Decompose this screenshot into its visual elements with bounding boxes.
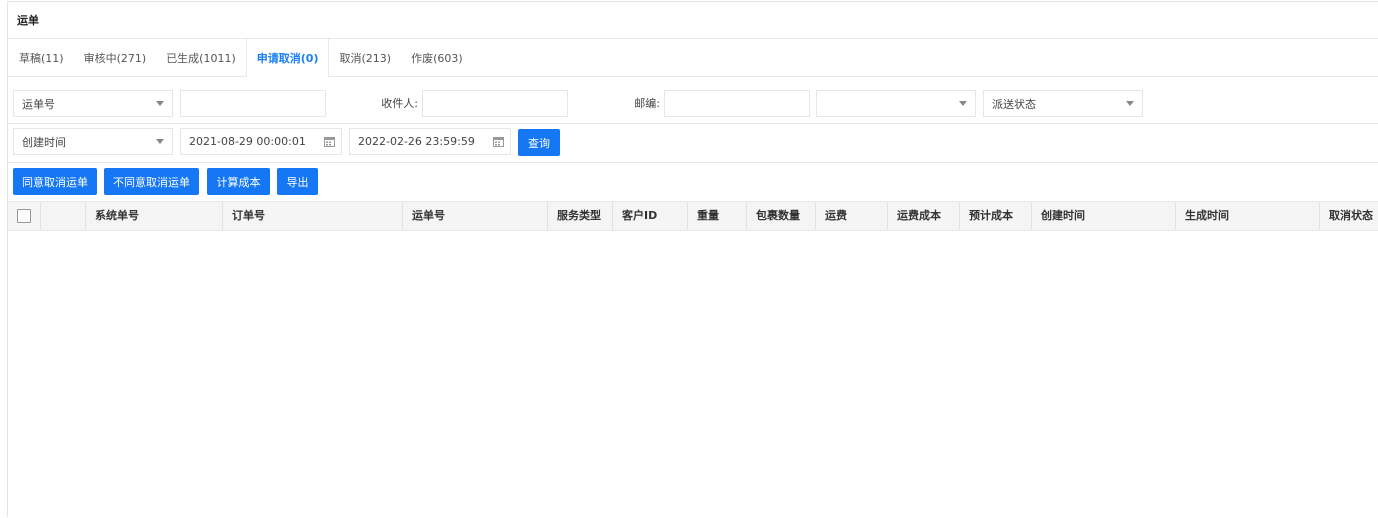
recipient-label: 收件人: — [381, 97, 418, 110]
unnamed-select[interactable] — [816, 90, 976, 117]
time-type-select[interactable]: 创建时间 — [13, 128, 173, 155]
filter-row-1: 运单号 收件人: 邮编: 派送状态 — [8, 77, 1378, 124]
chevron-down-icon — [156, 100, 164, 106]
tab-voided[interactable]: 作废(603) — [401, 39, 473, 76]
export-button[interactable]: 导出 — [277, 168, 318, 195]
tab-cancelled[interactable]: 取消(213) — [329, 39, 401, 76]
column-header[interactable]: 生成时间 — [1175, 202, 1319, 230]
status-tabs: 草稿(11) 审核中(271) 已生成(1011) 申请取消(0) 取消(213… — [8, 39, 1378, 77]
agree-cancel-button[interactable]: 同意取消运单 — [13, 168, 97, 195]
column-header[interactable]: 运费 — [815, 202, 887, 230]
index-column-header — [40, 202, 85, 230]
filter-row-2: 创建时间 2021-08-29 00:00:01 2022-02-26 23:5… — [8, 124, 1378, 163]
column-header[interactable]: 运单号 — [402, 202, 547, 230]
waybill-type-value: 运单号 — [22, 97, 55, 111]
chevron-down-icon — [156, 138, 164, 144]
chevron-down-icon — [1126, 100, 1134, 106]
column-header[interactable]: 订单号 — [222, 202, 402, 230]
calc-cost-button[interactable]: 计算成本 — [207, 168, 270, 195]
query-button[interactable]: 查询 — [518, 129, 560, 156]
column-header[interactable]: 重量 — [687, 202, 746, 230]
calendar-icon — [493, 137, 504, 147]
table-header: 系统单号 订单号 运单号 服务类型 客户ID 重量 包裹数量 运费 运费成本 预… — [8, 201, 1378, 231]
time-type-value: 创建时间 — [22, 135, 66, 149]
column-header[interactable]: 取消状态 — [1319, 202, 1378, 230]
end-date-input[interactable]: 2022-02-26 23:59:59 — [349, 128, 511, 155]
waybill-input[interactable] — [180, 90, 326, 117]
delivery-status-select[interactable]: 派送状态 — [983, 90, 1143, 117]
disagree-cancel-button[interactable]: 不同意取消运单 — [104, 168, 199, 195]
waybill-panel: 运单 草稿(11) 审核中(271) 已生成(1011) 申请取消(0) 取消(… — [7, 1, 1378, 517]
page-title: 运单 — [8, 2, 1378, 39]
column-header[interactable]: 运费成本 — [887, 202, 959, 230]
select-all-cell — [8, 202, 40, 230]
chevron-down-icon — [959, 100, 967, 106]
postcode-label: 邮编: — [634, 97, 660, 110]
column-header[interactable]: 系统单号 — [85, 202, 222, 230]
column-header[interactable]: 创建时间 — [1031, 202, 1175, 230]
tab-generated[interactable]: 已生成(1011) — [156, 39, 246, 76]
end-date-value: 2022-02-26 23:59:59 — [358, 135, 475, 148]
action-toolbar: 同意取消运单 不同意取消运单 计算成本 导出 — [8, 163, 1378, 201]
start-date-input[interactable]: 2021-08-29 00:00:01 — [180, 128, 342, 155]
column-header[interactable]: 客户ID — [612, 202, 687, 230]
start-date-value: 2021-08-29 00:00:01 — [189, 135, 306, 148]
delivery-status-value: 派送状态 — [992, 97, 1036, 111]
column-header[interactable]: 服务类型 — [547, 202, 612, 230]
tab-draft[interactable]: 草稿(11) — [9, 39, 74, 76]
recipient-input[interactable] — [422, 90, 568, 117]
column-header[interactable]: 预计成本 — [959, 202, 1031, 230]
calendar-icon — [324, 137, 335, 147]
table-body — [8, 231, 1378, 518]
postcode-input[interactable] — [664, 90, 810, 117]
tab-reviewing[interactable]: 审核中(271) — [74, 39, 157, 76]
column-header[interactable]: 包裹数量 — [746, 202, 815, 230]
tab-cancel-requested[interactable]: 申请取消(0) — [245, 39, 330, 77]
waybill-type-select[interactable]: 运单号 — [13, 90, 173, 117]
select-all-checkbox[interactable] — [17, 209, 31, 223]
